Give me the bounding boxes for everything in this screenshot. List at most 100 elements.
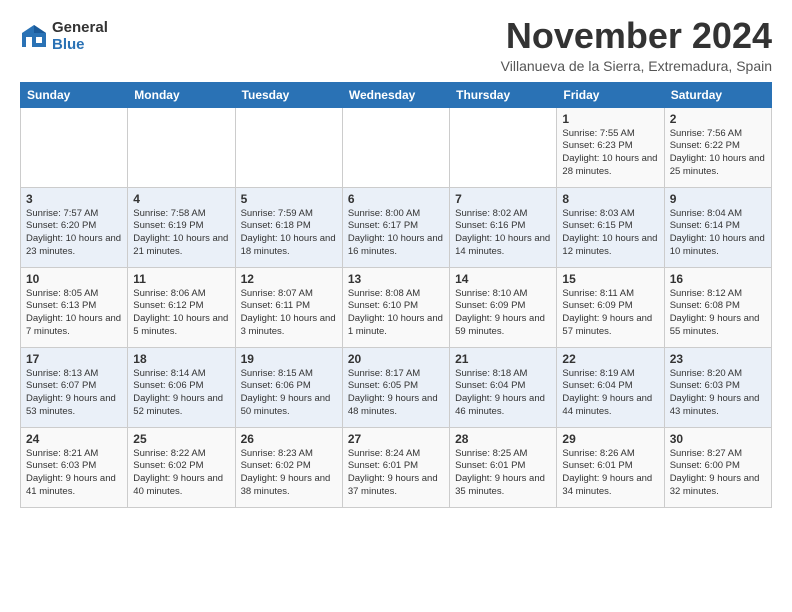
day-info: Sunrise: 8:15 AM Sunset: 6:06 PM Dayligh… [241,368,337,419]
calendar-cell [450,107,557,187]
day-number: 6 [348,192,444,206]
page: General Blue November 2024 Villanueva de… [0,0,792,528]
logo-blue: Blue [52,37,108,54]
calendar-table: Sunday Monday Tuesday Wednesday Thursday… [20,82,772,508]
calendar-cell: 16 Sunrise: 8:12 AM Sunset: 6:08 PM Dayli… [664,267,771,347]
calendar-cell: 19Sunrise: 8:15 AM Sunset: 6:06 PM Dayli… [235,347,342,427]
day-info: Sunrise: 8:10 AM Sunset: 6:09 PM Dayligh… [455,288,551,339]
col-wednesday: Wednesday [342,82,449,107]
day-number: 23 [670,352,766,366]
day-info: Sunrise: 8:20 AM Sunset: 6:03 PM Dayligh… [670,368,766,419]
calendar-cell: 3 Sunrise: 7:57 AM Sunset: 6:20 PM Daylig… [21,187,128,267]
day-number: 30 [670,432,766,446]
day-info: Sunrise: 8:27 AM Sunset: 6:00 PM Dayligh… [670,448,766,499]
day-info: Sunrise: 8:07 AM Sunset: 6:11 PM Dayligh… [241,288,337,339]
day-number: 10 [26,272,122,286]
calendar-cell [235,107,342,187]
calendar-cell: 26 Sunrise: 8:23 AM Sunset: 6:02 PM Dayli… [235,427,342,507]
calendar-cell: 23 Sunrise: 8:20 AM Sunset: 6:03 PM Dayli… [664,347,771,427]
day-number: 22 [562,352,658,366]
day-info: Sunrise: 8:05 AM Sunset: 6:13 PM Dayligh… [26,288,122,339]
day-number: 11 [133,272,229,286]
day-info: Sunrise: 8:02 AM Sunset: 6:16 PM Dayligh… [455,208,551,259]
day-info: Sunrise: 7:55 AM Sunset: 6:23 PM Dayligh… [562,128,658,179]
day-info: Sunrise: 8:17 AM Sunset: 6:05 PM Dayligh… [348,368,444,419]
calendar-cell: 13 Sunrise: 8:08 AM Sunset: 6:10 PM Dayli… [342,267,449,347]
col-monday: Monday [128,82,235,107]
day-number: 24 [26,432,122,446]
header: General Blue November 2024 Villanueva de… [20,16,772,74]
col-sunday: Sunday [21,82,128,107]
day-number: 16 [670,272,766,286]
day-number: 3 [26,192,122,206]
day-number: 21 [455,352,551,366]
calendar-week-2: 10 Sunrise: 8:05 AM Sunset: 6:13 PM Dayli… [21,267,772,347]
logo-text: General Blue [52,20,108,53]
day-info: Sunrise: 8:23 AM Sunset: 6:02 PM Dayligh… [241,448,337,499]
col-thursday: Thursday [450,82,557,107]
location-subtitle: Villanueva de la Sierra, Extremadura, Sp… [501,58,772,74]
day-number: 28 [455,432,551,446]
day-info: Sunrise: 8:14 AM Sunset: 6:06 PM Dayligh… [133,368,229,419]
day-number: 14 [455,272,551,286]
calendar-cell: 11 Sunrise: 8:06 AM Sunset: 6:12 PM Dayli… [128,267,235,347]
calendar-week-3: 17Sunrise: 8:13 AM Sunset: 6:07 PM Dayli… [21,347,772,427]
day-info: Sunrise: 8:08 AM Sunset: 6:10 PM Dayligh… [348,288,444,339]
day-info: Sunrise: 8:26 AM Sunset: 6:01 PM Dayligh… [562,448,658,499]
calendar-cell [128,107,235,187]
day-info: Sunrise: 7:57 AM Sunset: 6:20 PM Dayligh… [26,208,122,259]
calendar-cell: 29 Sunrise: 8:26 AM Sunset: 6:01 PM Dayli… [557,427,664,507]
day-number: 4 [133,192,229,206]
day-info: Sunrise: 8:22 AM Sunset: 6:02 PM Dayligh… [133,448,229,499]
day-number: 17 [26,352,122,366]
day-number: 9 [670,192,766,206]
logo-icon [20,23,48,51]
calendar-cell: 8Sunrise: 8:03 AM Sunset: 6:15 PM Daylig… [557,187,664,267]
calendar-cell [342,107,449,187]
day-number: 26 [241,432,337,446]
col-friday: Friday [557,82,664,107]
calendar-cell: 22Sunrise: 8:19 AM Sunset: 6:04 PM Dayli… [557,347,664,427]
day-number: 1 [562,112,658,126]
day-info: Sunrise: 8:12 AM Sunset: 6:08 PM Dayligh… [670,288,766,339]
calendar-cell: 15Sunrise: 8:11 AM Sunset: 6:09 PM Dayli… [557,267,664,347]
calendar-cell: 14 Sunrise: 8:10 AM Sunset: 6:09 PM Dayli… [450,267,557,347]
col-tuesday: Tuesday [235,82,342,107]
day-number: 2 [670,112,766,126]
calendar-cell [21,107,128,187]
calendar-cell: 25 Sunrise: 8:22 AM Sunset: 6:02 PM Dayli… [128,427,235,507]
header-row: Sunday Monday Tuesday Wednesday Thursday… [21,82,772,107]
day-info: Sunrise: 7:59 AM Sunset: 6:18 PM Dayligh… [241,208,337,259]
day-number: 13 [348,272,444,286]
calendar-cell: 10 Sunrise: 8:05 AM Sunset: 6:13 PM Dayli… [21,267,128,347]
calendar-week-4: 24 Sunrise: 8:21 AM Sunset: 6:03 PM Dayli… [21,427,772,507]
calendar-cell: 24 Sunrise: 8:21 AM Sunset: 6:03 PM Dayli… [21,427,128,507]
day-number: 25 [133,432,229,446]
calendar-cell: 27 Sunrise: 8:24 AM Sunset: 6:01 PM Dayli… [342,427,449,507]
day-info: Sunrise: 7:58 AM Sunset: 6:19 PM Dayligh… [133,208,229,259]
day-number: 12 [241,272,337,286]
day-info: Sunrise: 8:21 AM Sunset: 6:03 PM Dayligh… [26,448,122,499]
day-number: 18 [133,352,229,366]
calendar-cell: 4 Sunrise: 7:58 AM Sunset: 6:19 PM Daylig… [128,187,235,267]
calendar-cell: 28 Sunrise: 8:25 AM Sunset: 6:01 PM Dayli… [450,427,557,507]
day-number: 5 [241,192,337,206]
day-info: Sunrise: 8:24 AM Sunset: 6:01 PM Dayligh… [348,448,444,499]
day-info: Sunrise: 8:04 AM Sunset: 6:14 PM Dayligh… [670,208,766,259]
calendar-cell: 1 Sunrise: 7:55 AM Sunset: 6:23 PM Daylig… [557,107,664,187]
calendar-cell: 6Sunrise: 8:00 AM Sunset: 6:17 PM Daylig… [342,187,449,267]
calendar-cell: 18 Sunrise: 8:14 AM Sunset: 6:06 PM Dayli… [128,347,235,427]
day-info: Sunrise: 8:25 AM Sunset: 6:01 PM Dayligh… [455,448,551,499]
title-block: November 2024 Villanueva de la Sierra, E… [501,16,772,74]
calendar-cell: 20 Sunrise: 8:17 AM Sunset: 6:05 PM Dayli… [342,347,449,427]
day-number: 27 [348,432,444,446]
month-title: November 2024 [501,16,772,56]
day-number: 29 [562,432,658,446]
day-number: 20 [348,352,444,366]
calendar-cell: 9 Sunrise: 8:04 AM Sunset: 6:14 PM Daylig… [664,187,771,267]
calendar-cell: 30 Sunrise: 8:27 AM Sunset: 6:00 PM Dayli… [664,427,771,507]
day-info: Sunrise: 8:06 AM Sunset: 6:12 PM Dayligh… [133,288,229,339]
col-saturday: Saturday [664,82,771,107]
day-info: Sunrise: 8:03 AM Sunset: 6:15 PM Dayligh… [562,208,658,259]
calendar-cell: 5 Sunrise: 7:59 AM Sunset: 6:18 PM Daylig… [235,187,342,267]
